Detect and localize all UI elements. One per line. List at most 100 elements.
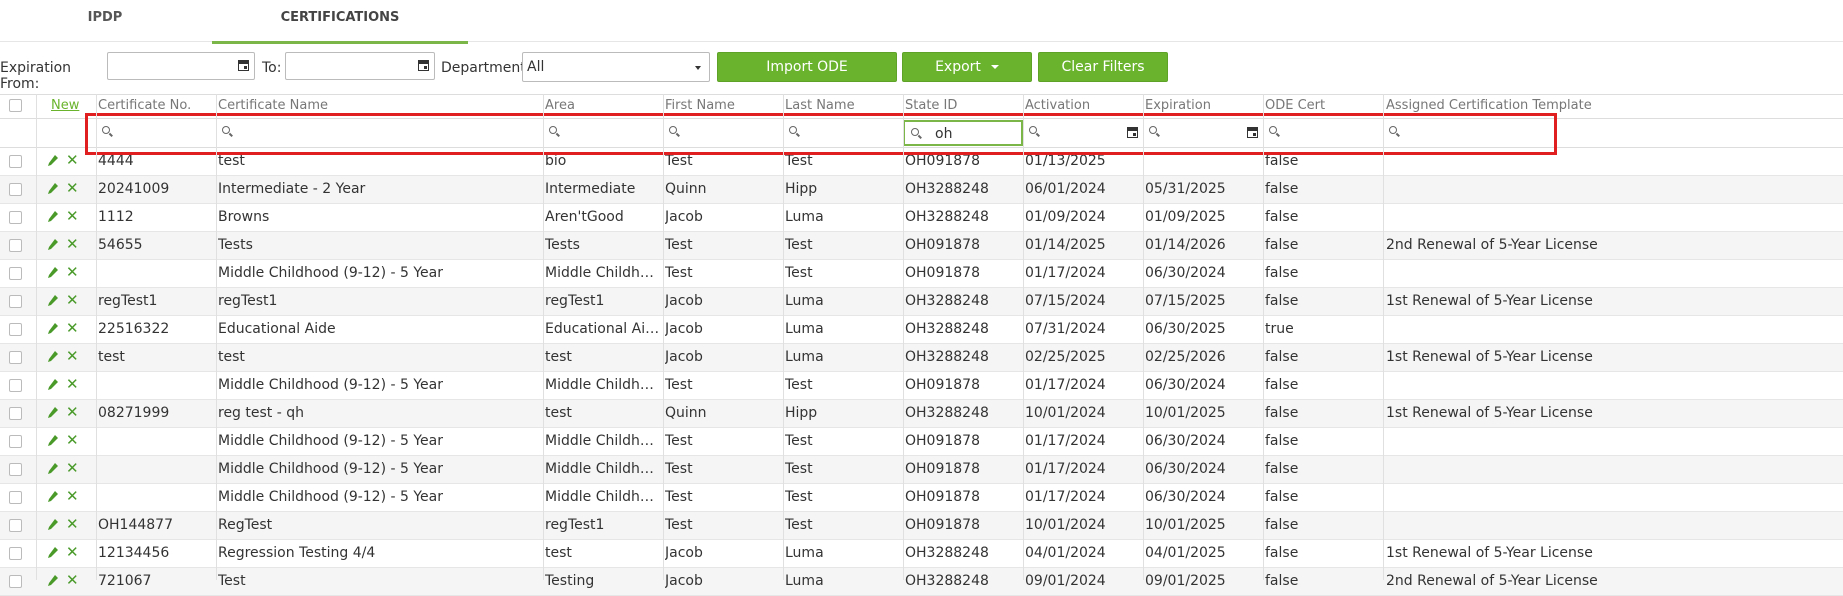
clear-filters-button[interactable]: Clear Filters [1038,52,1168,82]
row-checkbox[interactable] [9,407,22,420]
filter-activation[interactable] [1023,120,1143,146]
column-header-activation[interactable]: Activation [1025,98,1090,113]
row-checkbox[interactable] [9,379,22,392]
column-header-first-name[interactable]: First Name [665,98,735,113]
delete-icon[interactable]: ✕ [66,181,79,196]
edit-icon[interactable] [48,547,58,559]
new-link[interactable]: New [51,98,79,113]
table-row[interactable]: ✕ Middle Childhood (9-12) - 5 Year Middl… [0,484,1843,512]
row-checkbox[interactable] [9,463,22,476]
filter-ode-cert[interactable] [1263,120,1383,146]
delete-icon[interactable]: ✕ [66,209,79,224]
row-checkbox[interactable] [9,267,22,280]
filter-first-name[interactable] [663,120,783,146]
delete-icon[interactable]: ✕ [66,517,79,532]
filter-cert-name[interactable] [216,120,543,146]
row-checkbox[interactable] [9,323,22,336]
row-checkbox[interactable] [9,211,22,224]
row-checkbox[interactable] [9,183,22,196]
delete-icon[interactable]: ✕ [66,461,79,476]
edit-icon[interactable] [48,211,58,223]
filter-template[interactable] [1383,120,1563,146]
row-checkbox[interactable] [9,295,22,308]
delete-icon[interactable]: ✕ [66,153,79,168]
edit-icon[interactable] [48,155,58,167]
edit-icon[interactable] [48,491,58,503]
delete-icon[interactable]: ✕ [66,573,79,588]
department-select[interactable]: All [522,52,710,82]
edit-icon[interactable] [48,379,58,391]
column-header-last-name[interactable]: Last Name [785,98,855,113]
calendar-icon[interactable] [238,60,249,71]
filter-state-id[interactable]: oh [903,120,1023,146]
table-row[interactable]: ✕ Middle Childhood (9-12) - 5 Year Middl… [0,428,1843,456]
column-header-cert-no[interactable]: Certificate No. [98,98,191,113]
table-row[interactable]: ✕ 54655 Tests Tests Test Test OH091878 0… [0,232,1843,260]
filter-area[interactable] [543,120,663,146]
edit-icon[interactable] [48,407,58,419]
delete-icon[interactable]: ✕ [66,237,79,252]
delete-icon[interactable]: ✕ [66,321,79,336]
table-row[interactable]: ✕ test test test Jacob Luma OH3288248 02… [0,344,1843,372]
column-header-ode-cert[interactable]: ODE Cert [1265,98,1325,113]
expiration-to-input[interactable] [285,52,435,80]
delete-icon[interactable]: ✕ [66,405,79,420]
table-row[interactable]: ✕ 22516322 Educational Aide Educational … [0,316,1843,344]
table-row[interactable]: ✕ regTest1 regTest1 regTest1 Jacob Luma … [0,288,1843,316]
import-ode-button[interactable]: Import ODE Certifications [717,52,897,103]
column-header-area[interactable]: Area [545,98,575,113]
row-checkbox[interactable] [9,547,22,560]
row-checkbox[interactable] [9,491,22,504]
row-checkbox[interactable] [9,351,22,364]
filter-expiration[interactable] [1143,120,1263,146]
column-header-template[interactable]: Assigned Certification Template [1386,98,1592,113]
edit-icon[interactable] [48,463,58,475]
expiration-from-input[interactable] [107,52,255,80]
tab-ipdp[interactable]: IPDP [0,0,210,41]
row-checkbox[interactable] [9,519,22,532]
edit-icon[interactable] [48,295,58,307]
table-row[interactable]: ✕ 1112 Browns Aren'tGood Jacob Luma OH32… [0,204,1843,232]
edit-icon[interactable] [48,435,58,447]
cell-ode-cert: false [1265,349,1299,365]
filter-last-name[interactable] [783,120,903,146]
edit-icon[interactable] [48,267,58,279]
edit-icon[interactable] [48,239,58,251]
row-checkbox[interactable] [9,435,22,448]
delete-icon[interactable]: ✕ [66,433,79,448]
select-all-checkbox[interactable] [9,99,22,112]
edit-icon[interactable] [48,323,58,335]
filter-cert-no[interactable] [96,120,216,146]
export-button[interactable]: Export [902,52,1032,82]
table-row[interactable]: ✕ Middle Childhood (9-12) - 5 Year Middl… [0,372,1843,400]
table-row[interactable]: ✕ 20241009 Intermediate - 2 Year Interme… [0,176,1843,204]
table-row[interactable]: ✕ Middle Childhood (9-12) - 5 Year Middl… [0,260,1843,288]
column-header-expiration[interactable]: Expiration [1145,98,1211,113]
cell-cert-no: test [98,349,125,365]
table-row[interactable]: ✕ 12134456 Regression Testing 4/4 test J… [0,540,1843,568]
edit-icon[interactable] [48,575,58,587]
table-row[interactable]: ✕ OH144877 RegTest regTest1 Test Test OH… [0,512,1843,540]
column-header-cert-name[interactable]: Certificate Name [218,98,328,113]
delete-icon[interactable]: ✕ [66,293,79,308]
table-row[interactable]: ✕ 721067 Test Testing Jacob Luma OH32882… [0,568,1843,596]
table-row[interactable]: ✕ 4444 test bio Test Test OH091878 01/13… [0,148,1843,176]
delete-icon[interactable]: ✕ [66,489,79,504]
row-checkbox[interactable] [9,155,22,168]
calendar-icon[interactable] [418,60,429,71]
tab-certifications[interactable]: CERTIFICATIONS [212,0,468,44]
edit-icon[interactable] [48,351,58,363]
edit-icon[interactable] [48,519,58,531]
table-row[interactable]: ✕ Middle Childhood (9-12) - 5 Year Middl… [0,456,1843,484]
calendar-icon[interactable] [1247,127,1258,138]
row-checkbox[interactable] [9,239,22,252]
edit-icon[interactable] [48,183,58,195]
calendar-icon[interactable] [1127,127,1138,138]
delete-icon[interactable]: ✕ [66,265,79,280]
row-checkbox[interactable] [9,575,22,588]
delete-icon[interactable]: ✕ [66,377,79,392]
delete-icon[interactable]: ✕ [66,545,79,560]
delete-icon[interactable]: ✕ [66,349,79,364]
table-row[interactable]: ✕ 08271999 reg test - qh test Quinn Hipp… [0,400,1843,428]
column-header-state-id[interactable]: State ID [905,98,957,113]
